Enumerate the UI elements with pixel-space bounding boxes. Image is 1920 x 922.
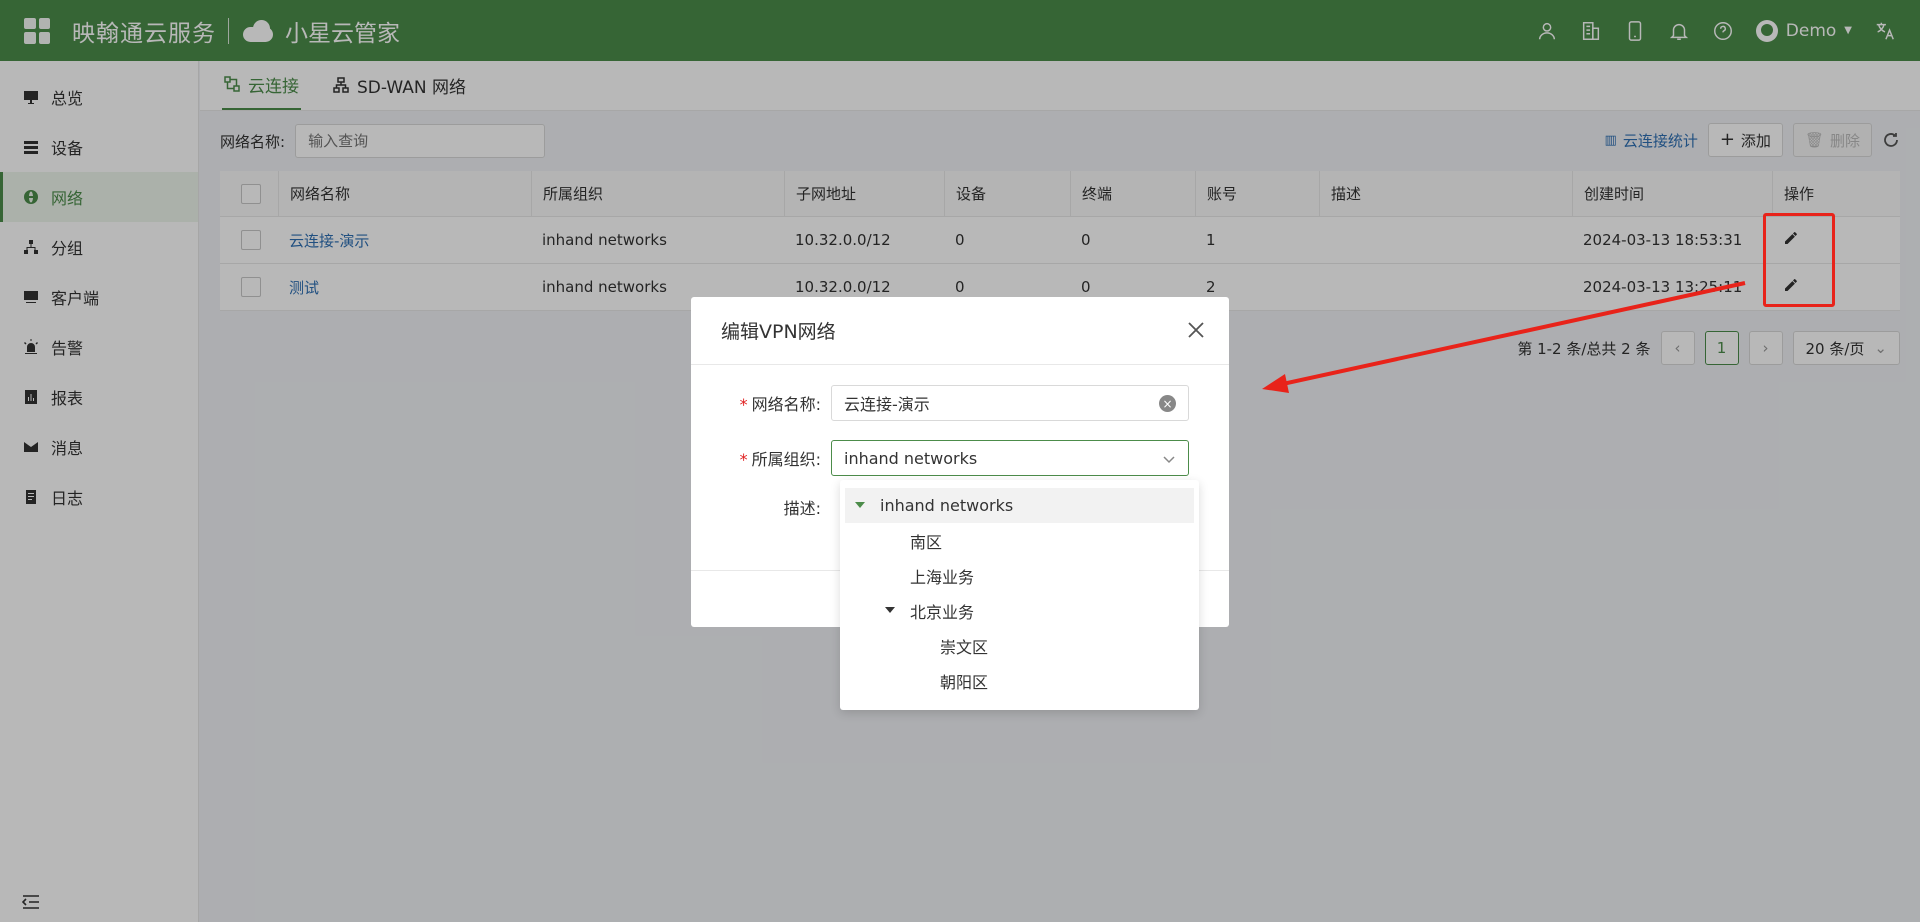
network-name-field[interactable]: 云连接-演示 × bbox=[831, 385, 1189, 421]
clear-icon[interactable]: × bbox=[1159, 395, 1176, 412]
tree-node-root[interactable]: inhand networks bbox=[845, 488, 1194, 523]
tree-node[interactable]: 北京业务 bbox=[840, 593, 1199, 628]
tree-node-label: 朝阳区 bbox=[940, 672, 989, 692]
tree-node-label: 崇文区 bbox=[940, 637, 989, 657]
name-field-label: * 网络名称: bbox=[691, 391, 831, 415]
form-row-org: * 所属组织: inhand networks bbox=[691, 440, 1189, 476]
org-tree-select[interactable]: inhand networks bbox=[831, 440, 1189, 476]
caret-down-icon[interactable] bbox=[855, 502, 865, 508]
modal-title: 编辑VPN网络 bbox=[691, 297, 1229, 365]
annotation-highlight-box bbox=[1763, 213, 1835, 307]
required-mark: * bbox=[739, 395, 748, 414]
network-name-value: 云连接-演示 bbox=[844, 395, 930, 414]
tree-node[interactable]: 上海业务 bbox=[840, 558, 1199, 593]
tree-node-label: 上海业务 bbox=[910, 567, 975, 587]
org-field-label: * 所属组织: bbox=[691, 446, 831, 470]
tree-node-label: 南区 bbox=[910, 532, 943, 552]
required-mark: * bbox=[739, 450, 748, 469]
name-field-label-text: 网络名称: bbox=[751, 395, 821, 414]
tree-node-label: inhand networks bbox=[880, 496, 1014, 515]
caret-down-icon[interactable] bbox=[885, 607, 895, 613]
tree-node[interactable]: 朝阳区 bbox=[840, 663, 1199, 698]
close-icon[interactable] bbox=[1187, 321, 1205, 339]
org-select-value: inhand networks bbox=[844, 448, 978, 468]
form-row-name: * 网络名称: 云连接-演示 × bbox=[691, 385, 1189, 421]
org-tree-dropdown: inhand networks 南区 上海业务 北京业务 崇文区 朝阳区 bbox=[840, 480, 1199, 710]
chevron-down-icon bbox=[1162, 451, 1176, 465]
tree-node-label: 北京业务 bbox=[910, 602, 975, 622]
org-field-label-text: 所属组织: bbox=[751, 450, 821, 469]
desc-field-label: 描述: bbox=[783, 499, 821, 518]
form-row-desc: 描述: bbox=[691, 495, 831, 519]
tree-node[interactable]: 南区 bbox=[840, 523, 1199, 558]
tree-node[interactable]: 崇文区 bbox=[840, 628, 1199, 663]
